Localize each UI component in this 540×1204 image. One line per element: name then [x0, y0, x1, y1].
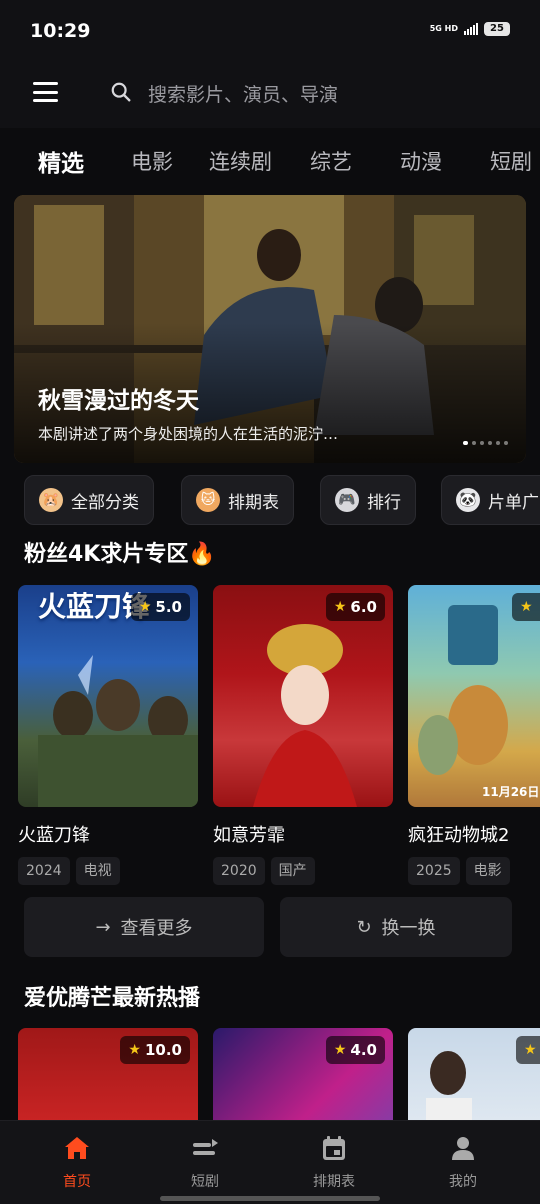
top-bar: 搜索影片、演员、导演 — [0, 60, 540, 128]
star-icon: ★ — [524, 1042, 537, 1058]
search-placeholder: 搜索影片、演员、导演 — [148, 84, 339, 106]
movie-card[interactable]: ★ 6.0 如意芳霏 2020 国产 — [213, 585, 393, 885]
year-tag: 2024 — [18, 857, 70, 885]
user-icon — [452, 1137, 474, 1160]
rating-badge: ★ 5.0 — [130, 593, 190, 621]
tab-anime[interactable]: 动漫 — [400, 146, 442, 176]
view-more-button[interactable]: → 查看更多 — [24, 897, 264, 957]
menu-icon[interactable] — [33, 82, 58, 102]
category-tabs: 精选 电影 连续剧 综艺 动漫 短剧 — [0, 128, 540, 194]
type-tag: 电影 — [465, 857, 510, 885]
section-title-hot: 爱优腾芒最新热播 — [24, 986, 201, 1011]
tab-short-drama-nav[interactable]: 短剧 — [160, 1133, 250, 1197]
rating-badge: ★ 10.0 — [120, 1036, 190, 1064]
card-tags: 2020 国产 — [213, 857, 315, 885]
tab-profile[interactable]: 我的 — [418, 1133, 508, 1197]
playlist-button[interactable]: 🐼 片单广 — [441, 475, 540, 525]
card-tags: 2025 电影 — [408, 857, 510, 885]
poster-date-text: 11月26日 — [482, 785, 540, 799]
rating-badge: ★ 6.0 — [325, 593, 385, 621]
refresh-icon: ↻ — [356, 916, 372, 938]
movie-card[interactable]: ★ — [408, 1028, 540, 1120]
star-icon: ★ — [128, 1042, 141, 1058]
year-tag: 2025 — [408, 857, 460, 885]
ranking-button[interactable]: 🎮 排行 — [320, 475, 416, 525]
status-time: 10:29 — [30, 20, 91, 42]
arrow-right-icon: → — [95, 916, 111, 938]
star-icon: ★ — [138, 599, 152, 615]
all-categories-button[interactable]: 🐹 全部分类 — [24, 475, 154, 525]
tab-featured[interactable]: 精选 — [38, 144, 84, 178]
card-title: 火蓝刀锋 — [18, 825, 90, 846]
rating-badge: ★ — [512, 593, 540, 621]
schedule-button[interactable]: 🐱 排期表 — [181, 475, 294, 525]
home-icon — [65, 1137, 89, 1159]
calendar-icon — [323, 1136, 345, 1160]
star-icon: ★ — [333, 599, 347, 615]
quick-links: 🐹 全部分类 🐱 排期表 🎮 排行 🐼 片单广 — [0, 475, 540, 527]
signal-icon — [464, 23, 478, 35]
tab-schedule-nav[interactable]: 排期表 — [289, 1133, 379, 1197]
star-icon: ★ — [333, 1042, 347, 1058]
rating-badge: ★ 4.0 — [325, 1036, 385, 1064]
movie-card[interactable]: 火蓝刀锋 ★ 5.0 火蓝刀锋 2024 电视 — [18, 585, 198, 885]
tab-short-drama[interactable]: 短剧 — [490, 146, 532, 176]
banner-description: 本剧讲述了两个身处困境的人在生活的泥泞… — [38, 425, 339, 443]
hamster-icon: 🐹 — [39, 488, 63, 512]
card-title: 如意芳霏 — [213, 825, 285, 846]
tab-variety[interactable]: 综艺 — [310, 146, 352, 176]
home-indicator — [160, 1196, 380, 1201]
rating-badge: ★ — [516, 1036, 540, 1064]
year-tag: 2020 — [213, 857, 265, 885]
movie-card[interactable]: ★ 4.0 — [213, 1028, 393, 1120]
search-input[interactable]: 搜索影片、演员、导演 — [100, 72, 510, 112]
type-tag: 国产 — [270, 857, 315, 885]
short-drama-icon — [193, 1139, 218, 1155]
hero-banner[interactable]: 秋雪漫过的冬天 本剧讲述了两个身处困境的人在生活的泥泞… — [14, 195, 526, 463]
star-icon: ★ — [520, 599, 533, 615]
refresh-button[interactable]: ↻ 换一换 — [280, 897, 512, 957]
movie-card[interactable]: ★ 10.0 — [18, 1028, 198, 1120]
card-tags: 2024 电视 — [18, 857, 120, 885]
status-icons: 5G HD 25 — [430, 22, 510, 36]
movie-card[interactable]: 11月26日 ★ 疯狂动物城2 2025 电影 — [408, 585, 540, 885]
status-bar: 10:29 5G HD 25 — [0, 0, 540, 60]
carousel-indicator — [463, 441, 508, 445]
type-tag: 电视 — [75, 857, 120, 885]
search-icon — [111, 82, 131, 102]
panda-icon: 🐼 — [456, 488, 480, 512]
battery-icon: 25 — [484, 22, 510, 36]
banner-title: 秋雪漫过的冬天 — [38, 388, 199, 414]
tab-home[interactable]: 首页 — [32, 1133, 122, 1197]
card-title: 疯狂动物城2 — [408, 825, 510, 846]
gamepad-icon: 🎮 — [335, 488, 359, 512]
tab-series[interactable]: 连续剧 — [209, 146, 272, 176]
tab-movies[interactable]: 电影 — [131, 146, 173, 176]
network-type: 5G HD — [429, 24, 458, 33]
bottom-tab-bar: 首页 短剧 排期表 我的 — [0, 1120, 540, 1204]
cat-icon: 🐱 — [196, 488, 220, 512]
section-title-4k-requests: 粉丝4K求片专区🔥 — [24, 542, 216, 567]
